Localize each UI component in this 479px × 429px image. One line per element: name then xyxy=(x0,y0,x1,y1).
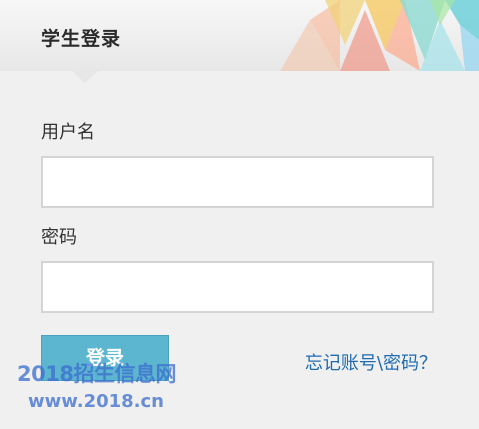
page-title: 学生登录 xyxy=(41,28,122,50)
watermark-site-name: 2018招生信息网 xyxy=(17,362,176,386)
watermark: 2018招生信息网 www.2018.cn xyxy=(17,358,177,412)
password-input[interactable] xyxy=(41,261,434,313)
username-input[interactable] xyxy=(41,156,434,208)
forgot-password-link[interactable]: 忘记账号\密码？ xyxy=(305,349,437,375)
header-pointer xyxy=(72,71,98,83)
panel-header: 学生登录 xyxy=(0,0,479,71)
decorative-polygon-pattern xyxy=(280,0,479,71)
password-label: 密码 xyxy=(41,227,77,248)
watermark-url: www.2018.cn xyxy=(28,391,164,412)
username-label: 用户名 xyxy=(41,122,95,143)
